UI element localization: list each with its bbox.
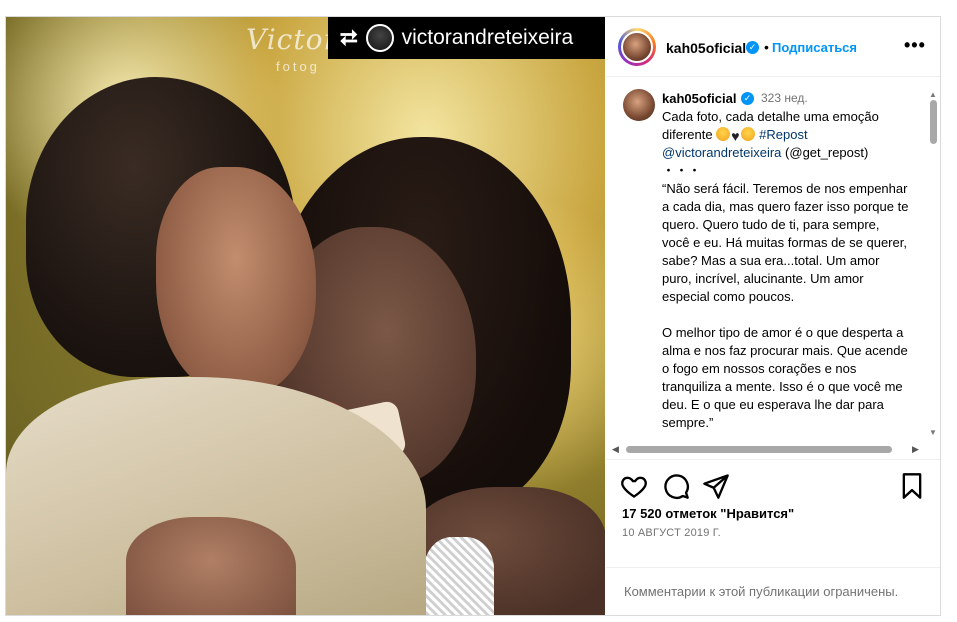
photo-watermark-sub: fotog bbox=[276, 59, 320, 74]
caption-line-1: Cada foto, cada detalhe uma emoção bbox=[662, 109, 879, 124]
photo-hand bbox=[126, 517, 296, 615]
repost-avatar bbox=[365, 24, 394, 52]
scroll-left-arrow-icon[interactable]: ◀ bbox=[612, 444, 619, 455]
hashtag-link[interactable]: #Repost bbox=[759, 127, 807, 142]
caption-avatar[interactable] bbox=[623, 89, 655, 121]
caption-paragraph-2: O melhor tipo de amor é o que desperta a… bbox=[662, 325, 912, 430]
comments-section[interactable]: kah05oficial ✓ 323 нед. Cada foto, cada … bbox=[606, 78, 940, 458]
divider bbox=[606, 567, 940, 568]
likes-count[interactable]: 17 520 отметок "Нравится" bbox=[622, 506, 794, 521]
horizontal-scroll-thumb[interactable] bbox=[626, 446, 892, 453]
scroll-down-arrow-icon[interactable]: ▼ bbox=[929, 428, 937, 437]
post-photo[interactable]: Victor fotog bbox=[6, 17, 605, 615]
vertical-scrollbar[interactable]: ▲ ▼ bbox=[927, 90, 939, 440]
vertical-scroll-thumb[interactable] bbox=[930, 100, 937, 144]
photo-man-face bbox=[156, 167, 316, 397]
mention-link[interactable]: @victorandreteixeira bbox=[662, 145, 781, 160]
divider bbox=[606, 459, 940, 460]
bookmark-icon[interactable] bbox=[898, 472, 926, 500]
caption-timestamp[interactable]: 323 нед. bbox=[761, 91, 808, 105]
repost-username: victorandreteixeira bbox=[401, 26, 574, 49]
verified-badge-icon: ✓ bbox=[746, 41, 759, 54]
header-separator: • bbox=[764, 39, 769, 55]
repost-icon: ⮂ bbox=[340, 25, 358, 50]
author-avatar[interactable] bbox=[618, 28, 656, 66]
comments-limited-notice: Комментарии к этой публикации ограничены… bbox=[624, 584, 899, 599]
author-username[interactable]: kah05oficial bbox=[666, 40, 746, 56]
scroll-up-arrow-icon[interactable]: ▲ bbox=[929, 90, 937, 99]
heart-icon[interactable] bbox=[620, 472, 648, 500]
action-bar bbox=[606, 470, 940, 502]
author-avatar-image bbox=[621, 31, 653, 63]
caption-username[interactable]: kah05oficial bbox=[662, 91, 736, 106]
share-icon[interactable] bbox=[702, 472, 730, 500]
photo-dress-lace bbox=[424, 537, 494, 615]
post-date[interactable]: 10 АВГУСТ 2019 Г. bbox=[622, 527, 721, 539]
comment-icon[interactable] bbox=[662, 472, 690, 500]
horizontal-scrollbar[interactable]: ◀ ▶ bbox=[612, 444, 920, 456]
caption-line-2: diferente bbox=[662, 127, 717, 142]
star-struck-emoji-icon bbox=[740, 127, 755, 141]
more-options-icon[interactable]: ••• bbox=[904, 35, 926, 56]
crying-face-emoji-icon bbox=[716, 127, 731, 141]
caption-paragraph-1: “Não será fácil. Teremos de nos empenhar… bbox=[662, 181, 913, 304]
photo-watermark: Victor bbox=[246, 23, 338, 56]
mention-get-repost[interactable]: (@get_repost) bbox=[785, 145, 868, 160]
repost-banner: ⮂ victorandreteixeira bbox=[328, 17, 605, 59]
scroll-right-arrow-icon[interactable]: ▶ bbox=[912, 444, 919, 455]
caption-text: Cada foto, cada detalhe uma emoção difer… bbox=[662, 108, 910, 432]
caption-dots: ・・・ bbox=[662, 163, 702, 178]
post-header: kah05oficial ✓ • Подписаться ••• bbox=[606, 17, 940, 77]
caption-verified-badge-icon: ✓ bbox=[741, 92, 754, 105]
black-heart-emoji-icon: ♥ bbox=[731, 128, 740, 144]
follow-button[interactable]: Подписаться bbox=[772, 40, 857, 55]
